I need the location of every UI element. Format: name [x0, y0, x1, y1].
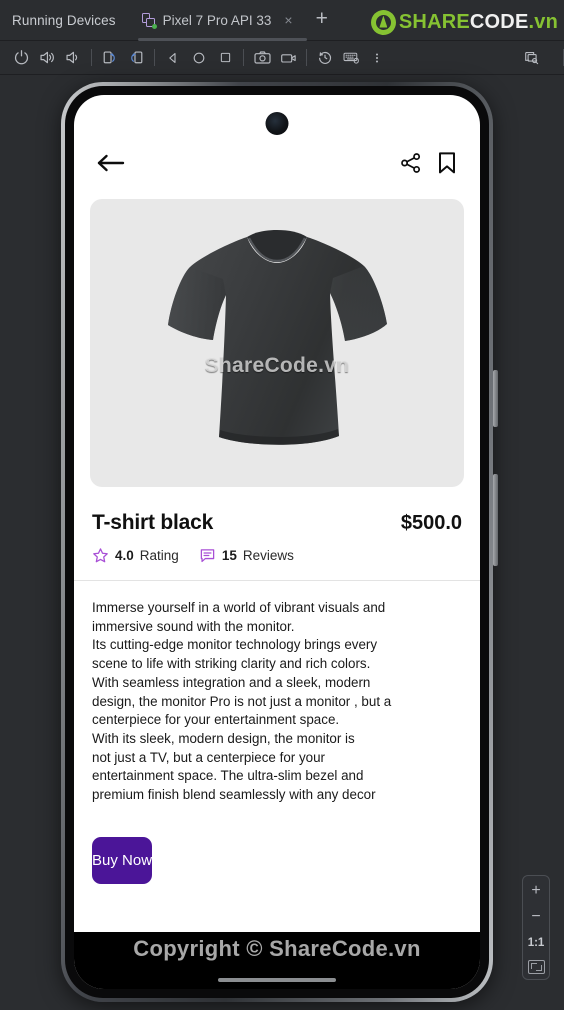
window-title: Running Devices	[12, 12, 116, 28]
rating-label: Rating	[139, 548, 179, 563]
product-price: $500.0	[400, 512, 462, 534]
record-icon[interactable]	[275, 45, 301, 71]
rotate-right-icon[interactable]	[123, 45, 149, 71]
back-icon[interactable]	[160, 45, 186, 71]
fit-to-screen-icon[interactable]	[527, 960, 545, 974]
device-manager-icon[interactable]	[518, 45, 544, 71]
device-volume-button[interactable]	[493, 474, 498, 566]
buy-now-button[interactable]: Buy Now	[92, 836, 153, 884]
bookmark-icon[interactable]	[436, 151, 458, 175]
reviews-value: 15	[221, 548, 237, 563]
device-screen[interactable]: ShareCode.vn T-shirt black $500.0 4.0 Ra…	[74, 95, 480, 989]
toolbar-divider	[154, 49, 155, 66]
sharecode-logo: SHARECODE.vn	[370, 8, 558, 36]
gesture-navigation-handle[interactable]	[218, 978, 336, 982]
toolbar-divider	[91, 49, 92, 66]
more-icon[interactable]	[364, 45, 390, 71]
product-meta-row: 4.0 Rating 15 Reviews	[74, 535, 480, 564]
power-icon[interactable]	[8, 45, 34, 71]
emulator-stage: ShareCode.vn T-shirt black $500.0 4.0 Ra…	[0, 75, 564, 1010]
rotate-history-icon[interactable]	[312, 45, 338, 71]
product-image-card[interactable]: ShareCode.vn	[90, 199, 464, 487]
overview-icon[interactable]	[212, 45, 238, 71]
logo-text-vn: .vn	[528, 10, 558, 33]
sharecode-logo-icon	[370, 9, 396, 35]
product-description: Immerse yourself in a world of vibrant v…	[92, 600, 392, 803]
product-title-row: T-shirt black $500.0	[74, 487, 480, 535]
toolbar-divider	[243, 49, 244, 66]
zoom-out-button[interactable]: −	[523, 905, 549, 929]
volume-down-icon[interactable]	[60, 45, 86, 71]
zoom-controls: + − 1:1	[522, 875, 550, 980]
star-icon	[92, 547, 109, 564]
phone-frame: ShareCode.vn T-shirt black $500.0 4.0 Ra…	[61, 82, 498, 1002]
keyboard-icon[interactable]	[338, 45, 364, 71]
system-navigation-bar: Copyright © ShareCode.vn	[74, 932, 480, 989]
share-icon[interactable]	[400, 152, 422, 174]
app-top-bar	[74, 95, 480, 175]
rotate-left-icon[interactable]	[97, 45, 123, 71]
toolbar-divider	[306, 49, 307, 66]
running-device-icon	[141, 12, 157, 29]
window-tab-bar: Running Devices Pixel 7 Pro API 33 × + S…	[0, 0, 564, 41]
footer-watermark: Copyright © ShareCode.vn	[133, 935, 421, 961]
volume-up-icon[interactable]	[34, 45, 60, 71]
back-arrow-icon[interactable]	[96, 152, 126, 174]
zoom-in-button[interactable]: +	[523, 879, 549, 903]
device-tab-label: Pixel 7 Pro API 33	[162, 12, 272, 28]
device-tab-pixel-7-pro[interactable]: Pixel 7 Pro API 33 ×	[130, 0, 307, 41]
black-tshirt-image	[159, 223, 395, 463]
device-toolbar	[0, 41, 564, 75]
home-icon[interactable]	[186, 45, 212, 71]
front-camera-icon	[265, 112, 289, 135]
logo-text-code: CODE	[469, 10, 529, 33]
running-devices-window: Running Devices Pixel 7 Pro API 33 × + S…	[0, 0, 564, 1010]
phone-bezel: ShareCode.vn T-shirt black $500.0 4.0 Ra…	[65, 86, 489, 998]
reviews-label: Reviews	[242, 548, 294, 563]
zoom-ratio-button[interactable]: 1:1	[523, 931, 549, 955]
device-power-button[interactable]	[493, 370, 498, 427]
logo-text-share: SHARE	[398, 10, 470, 33]
close-icon[interactable]: ×	[278, 13, 298, 27]
rating-value: 4.0	[115, 548, 134, 563]
review-comment-icon	[199, 547, 216, 564]
product-title: T-shirt black	[92, 511, 214, 534]
add-device-tab-icon[interactable]: +	[307, 8, 337, 32]
screenshot-icon[interactable]	[249, 45, 275, 71]
